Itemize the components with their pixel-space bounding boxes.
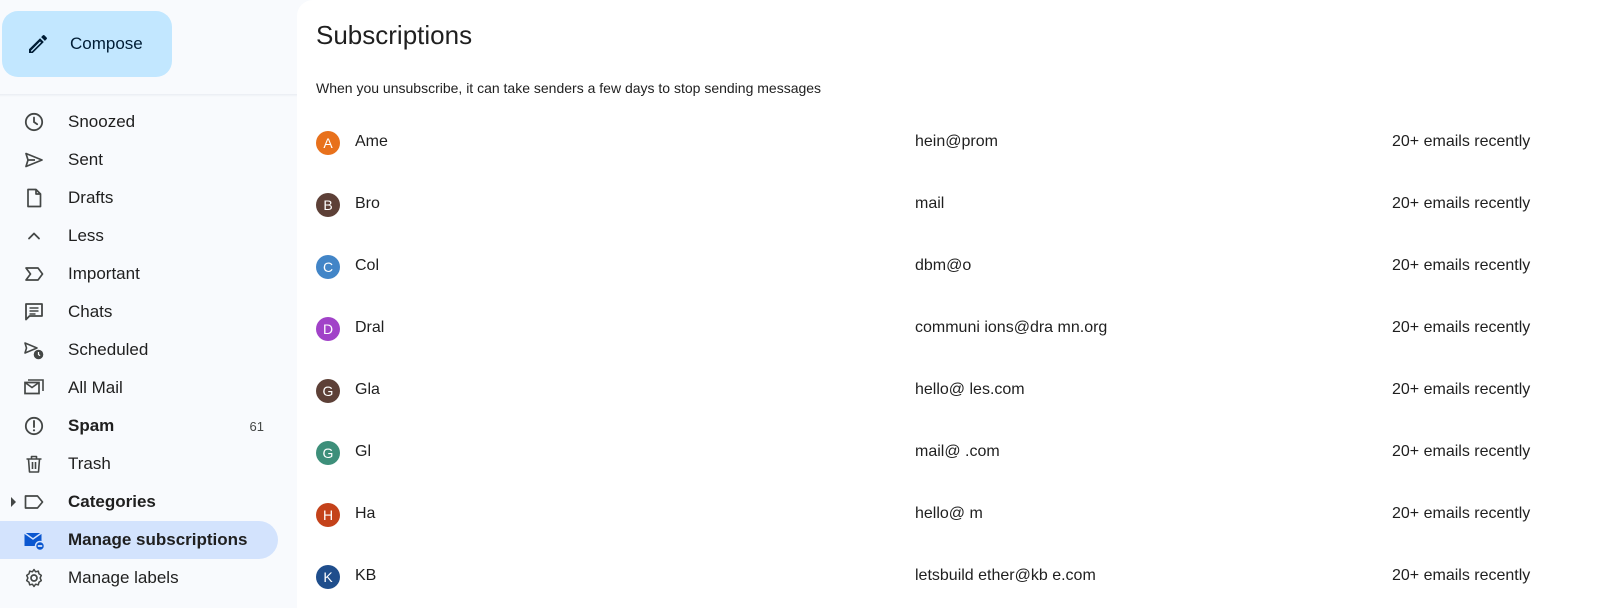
mail-unsubscribe-icon (23, 529, 45, 551)
sidebar-item-label: Manage subscriptions (68, 530, 248, 549)
sender-email: dbm@o (915, 257, 972, 274)
label-icon (23, 491, 45, 513)
sender-name: Gl (355, 443, 371, 460)
avatar: D (316, 317, 340, 341)
main-panel: Subscriptions When you unsubscribe, it c… (297, 0, 1600, 608)
alert-icon (23, 415, 45, 437)
sender-email: mail (915, 195, 945, 212)
compose-button[interactable]: Compose (2, 11, 172, 77)
sidebar-item-label: Chats (68, 302, 113, 321)
subscription-row[interactable]: H Ha hello@ m 20+ emails recently (297, 484, 1600, 546)
avatar: C (316, 255, 340, 279)
email-frequency: 20+ emails recently (1392, 257, 1531, 274)
file-icon (23, 187, 45, 209)
avatar: G (316, 379, 340, 403)
sender-name: Gla (355, 381, 380, 398)
sidebar-divider (0, 94, 297, 97)
expand-caret-icon[interactable] (11, 497, 16, 507)
chat-icon (23, 301, 45, 323)
compose-label: Compose (70, 34, 143, 53)
sidebar-item-important[interactable]: Important (0, 255, 278, 293)
chevron-up-icon (23, 225, 45, 247)
sidebar-item-label: All Mail (68, 378, 123, 397)
sidebar-item-label: Trash (68, 454, 111, 473)
avatar: H (316, 503, 340, 527)
all-mail-icon (23, 377, 45, 399)
sender-email: hein@prom (915, 133, 998, 150)
avatar: K (316, 565, 340, 589)
sidebar-item-label: Spam (68, 416, 115, 435)
subscription-row[interactable]: B Bro mail 20+ emails recently (297, 174, 1600, 236)
email-frequency: 20+ emails recently (1392, 443, 1531, 460)
avatar: G (316, 441, 340, 465)
sidebar-item-manage-labels[interactable]: Manage labels (0, 559, 278, 597)
sidebar-item-trash[interactable]: Trash (0, 445, 278, 483)
sender-name: Ame (355, 133, 388, 150)
sidebar-item-label: Snoozed (68, 112, 136, 131)
email-frequency: 20+ emails recently (1392, 133, 1531, 150)
send-icon (23, 149, 45, 171)
sidebar-item-chats[interactable]: Chats (0, 293, 278, 331)
sidebar: Compose Snoozed Sent Drafts Less Important Ch… (0, 0, 297, 608)
sender-email: mail@ .com (915, 443, 1000, 460)
scheduled-icon (23, 339, 45, 361)
subscription-row[interactable]: K KB letsbuild ether@kb e.com 20+ emails re… (297, 546, 1600, 608)
email-frequency: 20+ emails recently (1392, 381, 1531, 398)
email-frequency: 20+ emails recently (1392, 505, 1531, 522)
sidebar-item-label: Categories (68, 492, 156, 511)
subscription-row[interactable]: C Col dbm@o 20+ emails recently (297, 236, 1600, 298)
important-icon (23, 263, 45, 285)
sidebar-item-label: Manage labels (68, 568, 179, 587)
sidebar-item-label: Drafts (68, 188, 114, 207)
unread-count: 61 (249, 418, 264, 434)
subscription-row[interactable]: A Ame hein@prom 20+ emails recently (297, 112, 1600, 174)
sender-name: Bro (355, 195, 380, 212)
sender-email: communi ions@dra mn.org (915, 319, 1108, 336)
subscription-row[interactable]: G Gla hello@ les.com 20+ emails recently (297, 360, 1600, 422)
pencil-icon (26, 32, 50, 56)
page-title: Subscriptions (316, 20, 473, 50)
sidebar-item-spam[interactable]: Spam 61 (0, 407, 278, 445)
sidebar-item-scheduled[interactable]: Scheduled (0, 331, 278, 369)
subscription-row[interactable]: G Gl mail@ .com 20+ emails recently (297, 422, 1600, 484)
sender-name: KB (355, 567, 377, 584)
sidebar-item-categories[interactable]: Categories (0, 483, 278, 521)
sidebar-item-less[interactable]: Less (0, 217, 278, 255)
sender-name: Dral (355, 319, 385, 336)
sender-email: letsbuild ether@kb e.com (915, 567, 1096, 584)
gear-icon (23, 567, 45, 589)
sidebar-item-label: Less (68, 226, 104, 245)
page-subtitle: When you unsubscribe, it can take sender… (316, 80, 822, 96)
sender-name: Ha (355, 505, 376, 522)
nav-list: Snoozed Sent Drafts Less Important Chats Sched… (0, 103, 297, 597)
sidebar-item-sent[interactable]: Sent (0, 141, 278, 179)
sidebar-item-label: Scheduled (68, 340, 149, 359)
sidebar-item-snoozed[interactable]: Snoozed (0, 103, 278, 141)
trash-icon (23, 453, 45, 475)
sidebar-item-drafts[interactable]: Drafts (0, 179, 278, 217)
avatar: B (316, 193, 340, 217)
sidebar-item-label: Important (68, 264, 140, 283)
sidebar-item-label: Sent (68, 150, 103, 169)
email-frequency: 20+ emails recently (1392, 567, 1531, 584)
sender-name: Col (355, 257, 380, 274)
sidebar-item-manage-subscriptions[interactable]: Manage subscriptions (0, 521, 278, 559)
sender-email: hello@ les.com (915, 381, 1025, 398)
subscription-row[interactable]: D Dral communi ions@dra mn.org 20+ emails r… (297, 298, 1600, 360)
sidebar-item-all-mail[interactable]: All Mail (0, 369, 278, 407)
email-frequency: 20+ emails recently (1392, 195, 1531, 212)
clock-icon (23, 111, 45, 133)
sender-email: hello@ m (915, 505, 983, 522)
email-frequency: 20+ emails recently (1392, 319, 1531, 336)
subscription-list: A Ame hein@prom 20+ emails recently B Bro mail… (297, 112, 1600, 608)
avatar: A (316, 131, 340, 155)
